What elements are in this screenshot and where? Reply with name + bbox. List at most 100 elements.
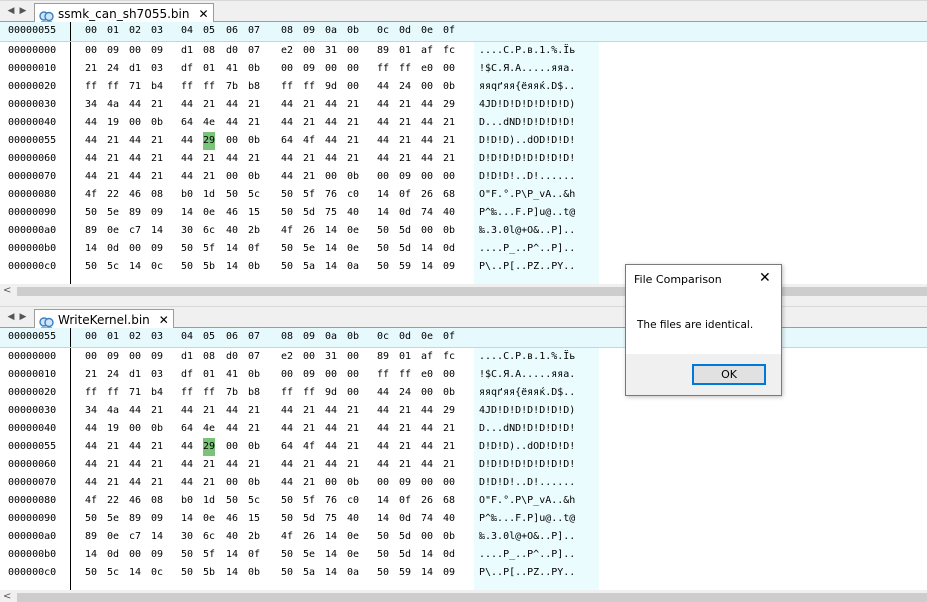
hex-byte[interactable]: 00: [347, 78, 359, 96]
hex-byte[interactable]: 14: [85, 240, 97, 258]
hex-byte[interactable]: 00: [325, 474, 337, 492]
hex-byte[interactable]: 00: [129, 546, 141, 564]
hex-byte[interactable]: 21: [151, 168, 163, 186]
hex-byte[interactable]: 21: [303, 474, 315, 492]
hex-byte[interactable]: 21: [347, 420, 359, 438]
hex-byte[interactable]: 0f: [248, 240, 260, 258]
hex-byte[interactable]: 00: [226, 168, 238, 186]
hex-byte[interactable]: 21: [248, 420, 260, 438]
hex-byte[interactable]: 34: [85, 96, 97, 114]
hex-byte[interactable]: 00: [443, 60, 455, 78]
ok-button[interactable]: OK: [692, 364, 766, 385]
hex-byte[interactable]: 0e: [107, 222, 119, 240]
hex-byte[interactable]: 44: [325, 150, 337, 168]
nav-left-icon[interactable]: ◀: [6, 4, 16, 18]
hex-byte[interactable]: 44: [181, 132, 193, 150]
hex-byte[interactable]: 0f: [399, 492, 411, 510]
hex-byte[interactable]: 1d: [203, 492, 215, 510]
hex-byte[interactable]: ff: [107, 78, 119, 96]
hex-byte[interactable]: 0e: [203, 204, 215, 222]
hex-byte[interactable]: 21: [303, 402, 315, 420]
hex-byte[interactable]: 44: [421, 96, 433, 114]
hex-byte[interactable]: 71: [129, 78, 141, 96]
hex-byte[interactable]: 14: [325, 240, 337, 258]
hex-byte[interactable]: 0e: [347, 546, 359, 564]
hex-byte[interactable]: 4a: [107, 96, 119, 114]
hex-byte[interactable]: 4e: [203, 420, 215, 438]
hex-byte[interactable]: 21: [303, 456, 315, 474]
hex-byte[interactable]: 09: [107, 42, 119, 60]
hex-byte[interactable]: 0d: [443, 546, 455, 564]
hex-byte[interactable]: 44: [281, 96, 293, 114]
hex-byte[interactable]: 21: [443, 456, 455, 474]
hex-byte[interactable]: 21: [85, 366, 97, 384]
hex-byte[interactable]: 22: [107, 186, 119, 204]
hex-byte[interactable]: b0: [181, 186, 193, 204]
hex-byte[interactable]: 44: [325, 132, 337, 150]
hex-byte[interactable]: 15: [248, 510, 260, 528]
hex-byte[interactable]: 9d: [325, 384, 337, 402]
hex-byte[interactable]: 44: [281, 168, 293, 186]
hex-byte[interactable]: 44: [129, 132, 141, 150]
ascii-text[interactable]: 4JD!D!D!D!D!D!D): [479, 402, 575, 420]
hex-byte[interactable]: 44: [129, 456, 141, 474]
hex-byte[interactable]: 74: [421, 510, 433, 528]
hex-byte[interactable]: ff: [203, 78, 215, 96]
ascii-text[interactable]: 4JD!D!D!D!D!D!D): [479, 96, 575, 114]
hex-byte[interactable]: 44: [421, 150, 433, 168]
hex-byte[interactable]: 0a: [347, 258, 359, 276]
hex-byte[interactable]: 0b: [151, 114, 163, 132]
hex-byte[interactable]: 89: [85, 528, 97, 546]
hex-byte[interactable]: 00: [443, 168, 455, 186]
hex-byte[interactable]: 21: [399, 456, 411, 474]
hex-byte[interactable]: 5e: [107, 204, 119, 222]
hex-byte[interactable]: 44: [377, 420, 389, 438]
hex-byte[interactable]: 44: [181, 438, 193, 456]
hex-byte[interactable]: 64: [281, 132, 293, 150]
hex-byte[interactable]: 44: [377, 150, 389, 168]
hex-byte[interactable]: 44: [129, 474, 141, 492]
hex-byte[interactable]: 21: [399, 96, 411, 114]
hex-byte[interactable]: 21: [203, 96, 215, 114]
hex-byte[interactable]: 31: [325, 348, 337, 366]
hex-byte[interactable]: 2b: [248, 222, 260, 240]
hex-byte[interactable]: 21: [107, 474, 119, 492]
hex-byte[interactable]: 44: [226, 456, 238, 474]
hex-byte[interactable]: 14: [226, 240, 238, 258]
hex-byte[interactable]: 44: [421, 456, 433, 474]
hex-byte[interactable]: 21: [107, 168, 119, 186]
hex-byte[interactable]: 44: [421, 438, 433, 456]
hex-byte[interactable]: 01: [203, 60, 215, 78]
hex-byte[interactable]: ff: [85, 384, 97, 402]
hex-byte[interactable]: 30: [181, 222, 193, 240]
hex-byte[interactable]: 5c: [107, 564, 119, 582]
ascii-text[interactable]: D...dND!D!D!D!D!: [479, 420, 575, 438]
hex-byte[interactable]: 50: [181, 258, 193, 276]
hex-byte[interactable]: 44: [281, 114, 293, 132]
hex-byte[interactable]: 03: [151, 366, 163, 384]
hex-byte[interactable]: 00: [129, 420, 141, 438]
hex-byte[interactable]: 21: [347, 456, 359, 474]
hex-byte[interactable]: 44: [181, 402, 193, 420]
hex-byte[interactable]: 09: [151, 42, 163, 60]
hex-byte[interactable]: 41: [226, 60, 238, 78]
hex-byte[interactable]: 08: [203, 348, 215, 366]
hex-byte[interactable]: 50: [281, 186, 293, 204]
hex-byte[interactable]: ff: [399, 60, 411, 78]
hex-byte[interactable]: 00: [347, 60, 359, 78]
hex-byte[interactable]: 09: [443, 564, 455, 582]
hex-byte[interactable]: 09: [107, 348, 119, 366]
hex-byte[interactable]: 40: [347, 204, 359, 222]
hex-byte[interactable]: 21: [203, 474, 215, 492]
hex-byte[interactable]: 44: [181, 96, 193, 114]
hex-byte[interactable]: 0b: [248, 564, 260, 582]
hex-byte[interactable]: 44: [226, 402, 238, 420]
hex-byte[interactable]: 26: [303, 528, 315, 546]
hex-byte[interactable]: 09: [303, 366, 315, 384]
hex-byte[interactable]: 0b: [347, 168, 359, 186]
horizontal-scrollbar[interactable]: <: [0, 284, 927, 298]
scrollbar-thumb[interactable]: [17, 593, 927, 602]
hex-byte[interactable]: 21: [303, 168, 315, 186]
hex-byte[interactable]: e0: [421, 366, 433, 384]
hex-byte[interactable]: c7: [129, 222, 141, 240]
